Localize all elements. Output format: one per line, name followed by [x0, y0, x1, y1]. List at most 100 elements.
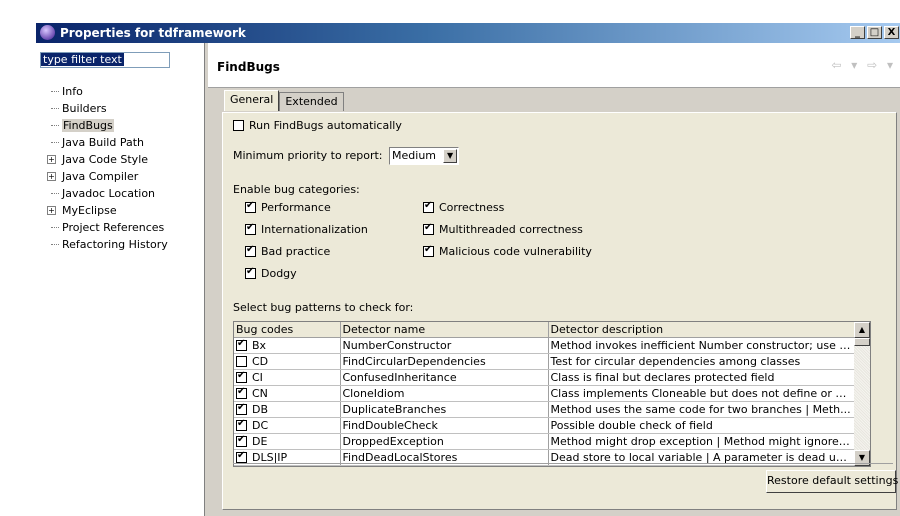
general-tab-panel: Run FindBugs automatically Minimum prior… — [222, 112, 898, 510]
table-row[interactable]: CI ConfusedInheritanceClass is final but … — [234, 369, 855, 386]
checkbox[interactable] — [423, 200, 434, 213]
bug-code-cell[interactable]: DE — [234, 433, 341, 450]
bug-code-cell[interactable]: DC — [234, 417, 341, 434]
expand-icon[interactable]: + — [47, 155, 56, 164]
tree-item-project-references[interactable]: Project References — [46, 219, 168, 236]
tree-item-java-compiler[interactable]: + Java Compiler — [46, 168, 168, 185]
row-checkbox[interactable] — [236, 386, 247, 399]
category-multithreaded-correctness[interactable]: Multithreaded correctness — [423, 222, 583, 236]
expand-icon[interactable]: + — [47, 172, 56, 181]
checkbox[interactable] — [423, 244, 434, 257]
column-detector-name[interactable]: Detector name — [340, 322, 549, 338]
min-priority-row: Minimum priority to report: Medium ▼ — [233, 147, 460, 165]
table-row[interactable]: CN CloneIdiomClass implements Cloneable b… — [234, 385, 855, 402]
tab-extended[interactable]: Extended — [279, 92, 344, 111]
checkbox[interactable] — [423, 222, 434, 235]
detector-name-cell: NumberConstructor — [340, 337, 549, 354]
tree-item-refactoring-history[interactable]: Refactoring History — [46, 236, 168, 253]
table-scrollbar[interactable]: ▲ ▼ — [854, 322, 870, 466]
detector-description-cell: Method uses the same code for two branch… — [548, 401, 855, 418]
table-row[interactable]: CD FindCircularDependencies Test for circu… — [234, 353, 855, 370]
bug-code-cell[interactable]: CD — [234, 353, 341, 370]
bug-code-cell[interactable]: Bx — [234, 337, 341, 354]
bug-code-cell[interactable]: CN — [234, 385, 341, 402]
detector-name-cell: FindCircularDependencies — [340, 353, 549, 370]
category-label: Malicious code vulnerability — [439, 245, 592, 258]
row-checkbox[interactable] — [236, 370, 247, 383]
separator — [233, 463, 893, 464]
bug-code-cell[interactable]: DB — [234, 401, 341, 418]
nav-arrows-icon[interactable]: ⇦ ▾ ⇨ ▾ — [831, 58, 896, 72]
bug-code: DE — [252, 434, 268, 448]
bug-code: CI — [252, 370, 263, 384]
detector-name-cell: ConfusedInheritance — [340, 369, 549, 386]
maximize-button[interactable]: □ — [867, 26, 882, 39]
tab-bar: General Extended — [224, 90, 344, 111]
table-row[interactable]: DE DroppedExceptionMethod might drop exce… — [234, 433, 855, 450]
bug-code: Bx — [252, 338, 267, 352]
detector-description-cell: Class implements Cloneable but does not … — [548, 385, 855, 402]
select-patterns-label: Select bug patterns to check for: — [233, 301, 414, 314]
table-row[interactable]: DB DuplicateBranchesMethod uses the same … — [234, 401, 855, 418]
expand-icon[interactable]: + — [47, 206, 56, 215]
category-performance[interactable]: Performance — [245, 200, 331, 214]
checkbox[interactable] — [245, 244, 256, 257]
scroll-up-icon[interactable]: ▲ — [854, 322, 870, 338]
checkbox[interactable] — [245, 266, 256, 279]
tree-item-builders[interactable]: Builders — [46, 100, 168, 117]
bug-code: DC — [252, 418, 269, 432]
bug-patterns-table[interactable]: Bug codes Detector name Detector descrip… — [233, 321, 871, 467]
table-header: Bug codes Detector name Detector descrip… — [234, 322, 855, 338]
row-checkbox[interactable] — [236, 450, 247, 463]
detector-name-cell: DroppedException — [340, 433, 549, 450]
category-bad-practice[interactable]: Bad practice — [245, 244, 331, 258]
category-dodgy[interactable]: Dodgy — [245, 266, 297, 280]
tree-item-info[interactable]: Info — [46, 83, 168, 100]
column-detector-description[interactable]: Detector description — [548, 322, 855, 338]
enable-categories-label: Enable bug categories: — [233, 183, 360, 196]
detector-name-cell: DuplicateBranches — [340, 401, 549, 418]
tree-item-java-code-style[interactable]: + Java Code Style — [46, 151, 168, 168]
window-title: Properties for tdframework — [60, 26, 246, 40]
category-label: Bad practice — [261, 245, 331, 258]
tab-general[interactable]: General — [224, 90, 280, 111]
table-row[interactable]: Bx NumberConstructorMethod invokes ineffi… — [234, 337, 855, 354]
column-bug-codes[interactable]: Bug codes — [234, 322, 341, 338]
filter-text: type filter text — [41, 53, 124, 66]
row-checkbox[interactable] — [236, 402, 247, 415]
detector-description-cell: Test for circular dependencies among cla… — [548, 353, 855, 370]
sidebar: type filter text Info Builders FindBugs … — [36, 43, 204, 516]
dropdown-arrow-icon[interactable]: ▼ — [443, 149, 458, 163]
detector-description-cell: Class is final but declares protected fi… — [548, 369, 855, 386]
scroll-thumb[interactable] — [854, 338, 870, 346]
checkbox[interactable] — [245, 222, 256, 235]
min-priority-value: Medium — [392, 149, 436, 162]
row-checkbox[interactable] — [236, 418, 247, 431]
tree-item-findbugs[interactable]: FindBugs — [46, 117, 168, 134]
minimize-button[interactable]: _ — [850, 26, 865, 39]
title-bar[interactable]: Properties for tdframework _ □ X — [36, 23, 900, 43]
category-internationalization[interactable]: Internationalization — [245, 222, 368, 236]
run-auto-option[interactable]: Run FindBugs automatically — [233, 119, 402, 132]
tree-item-myeclipse[interactable]: + MyEclipse — [46, 202, 168, 219]
bug-code-cell[interactable]: CI — [234, 369, 341, 386]
row-checkbox[interactable] — [236, 355, 247, 367]
detector-name-cell: CloneIdiom — [340, 385, 549, 402]
close-button[interactable]: X — [884, 26, 899, 39]
row-checkbox[interactable] — [236, 338, 247, 351]
min-priority-select[interactable]: Medium ▼ — [389, 147, 460, 165]
tree-item-javadoc-location[interactable]: Javadoc Location — [46, 185, 168, 202]
tree-item-java-build-path[interactable]: Java Build Path — [46, 134, 168, 151]
min-priority-label: Minimum priority to report: — [233, 149, 383, 162]
category-correctness[interactable]: Correctness — [423, 200, 504, 214]
category-label: Dodgy — [261, 267, 297, 280]
run-auto-checkbox[interactable] — [233, 120, 244, 131]
row-checkbox[interactable] — [236, 434, 247, 447]
filter-input[interactable]: type filter text — [40, 52, 170, 68]
table-row[interactable]: DC FindDoubleCheckPossible double check o… — [234, 417, 855, 434]
detector-description-cell: Method might drop exception | Method mig… — [548, 433, 855, 450]
category-label: Multithreaded correctness — [439, 223, 583, 236]
restore-defaults-button[interactable]: Restore default settings — [766, 470, 898, 493]
category-malicious-code[interactable]: Malicious code vulnerability — [423, 244, 592, 258]
checkbox[interactable] — [245, 200, 256, 213]
